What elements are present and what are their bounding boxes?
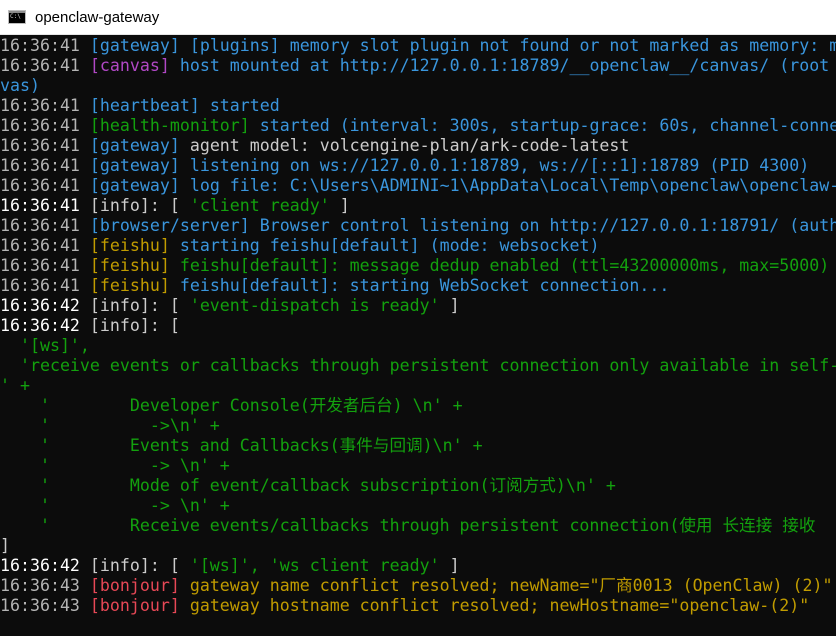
log-line: ' Receive events/callbacks through persi… xyxy=(0,516,836,536)
log-prefix: [info]: [ xyxy=(89,316,180,335)
log-line: 16:36:41 [feishu] feishu[default]: messa… xyxy=(0,256,836,276)
timestamp: 16:36:41 xyxy=(0,216,90,235)
timestamp: 16:36:41 xyxy=(0,236,90,255)
timestamp: 16:36:41 xyxy=(0,116,90,135)
log-suffix: ] xyxy=(439,296,460,315)
timestamp: 16:36:41 xyxy=(0,56,90,75)
log-tag: [feishu] xyxy=(89,236,170,255)
log-tag: [browser/server] xyxy=(89,216,250,235)
log-continuation: vas) xyxy=(0,76,40,95)
log-prefix: [info]: [ xyxy=(89,296,190,315)
log-tag: [canvas] xyxy=(89,56,170,75)
timestamp: 16:36:41 xyxy=(0,176,90,195)
log-message: started (interval: 300s, startup-grace: … xyxy=(249,116,836,135)
timestamp: 16:36:41 xyxy=(0,96,90,115)
timestamp: 16:36:41 xyxy=(0,136,90,155)
timestamp: 16:36:42 xyxy=(0,556,90,575)
timestamp: 16:36:42 xyxy=(0,296,90,315)
log-line: 'receive events or callbacks through per… xyxy=(0,356,836,376)
title-bar: openclaw-gateway xyxy=(0,0,836,35)
log-tag: [gateway] xyxy=(89,36,180,55)
log-line: ' -> \n' + xyxy=(0,496,836,516)
log-line: 16:36:42 [info]: [ '[ws]', 'ws client re… xyxy=(0,556,836,576)
log-line: ] xyxy=(0,536,836,556)
log-line: 16:36:41 [gateway] log file: C:\Users\AD… xyxy=(0,176,836,196)
log-continuation: 'receive events or callbacks through per… xyxy=(0,356,836,375)
log-continuation: ' Mode of event/callback subscription(订阅… xyxy=(0,476,616,495)
log-tag: [feishu] xyxy=(89,256,170,275)
log-line: 16:36:42 [info]: [ 'event-dispatch is re… xyxy=(0,296,836,316)
log-line: 16:36:41 [heartbeat] started xyxy=(0,96,836,116)
log-message: feishu[default]: message dedup enabled (… xyxy=(169,256,830,275)
log-message: agent model: volcengine-plan/ark-code-la… xyxy=(179,136,630,155)
log-continuation: ' -> \n' + xyxy=(0,456,230,475)
log-string: 'client ready' xyxy=(189,196,330,215)
log-line: vas) xyxy=(0,76,836,96)
log-message: [plugins] memory slot plugin not found o… xyxy=(179,36,836,55)
log-prefix: [info]: [ xyxy=(89,196,190,215)
log-line: ' Developer Console(开发者后台) \n' + xyxy=(0,396,836,416)
log-tag: [bonjour] xyxy=(89,596,180,615)
log-line: 16:36:41 [feishu] starting feishu[defaul… xyxy=(0,236,836,256)
log-tag: [gateway] xyxy=(89,156,180,175)
log-message: listening on ws://127.0.0.1:18789, ws://… xyxy=(179,156,810,175)
log-message: feishu[default]: starting WebSocket conn… xyxy=(169,276,670,295)
log-message: started xyxy=(199,96,280,115)
log-tag: [bonjour] xyxy=(89,576,180,595)
log-message: gateway name conflict resolved; newName=… xyxy=(179,576,833,595)
timestamp: 16:36:41 xyxy=(0,276,90,295)
log-string: '[ws]', 'ws client ready' xyxy=(189,556,440,575)
log-tag: [heartbeat] xyxy=(89,96,200,115)
log-message: log file: C:\Users\ADMINI~1\AppData\Loca… xyxy=(179,176,836,195)
log-message: starting feishu[default] (mode: websocke… xyxy=(169,236,600,255)
timestamp: 16:36:41 xyxy=(0,156,90,175)
log-suffix: ] xyxy=(329,196,350,215)
log-tag: [feishu] xyxy=(89,276,170,295)
log-line: 16:36:42 [info]: [ xyxy=(0,316,836,336)
timestamp: 16:36:43 xyxy=(0,576,90,595)
timestamp: 16:36:41 xyxy=(0,256,90,275)
log-message: Browser control listening on http://127.… xyxy=(249,216,836,235)
log-line: 16:36:41 [health-monitor] started (inter… xyxy=(0,116,836,136)
timestamp: 16:36:41 xyxy=(0,36,90,55)
log-line: 16:36:41 [browser/server] Browser contro… xyxy=(0,216,836,236)
timestamp: 16:36:43 xyxy=(0,596,90,615)
log-line: 16:36:41 [gateway] listening on ws://127… xyxy=(0,156,836,176)
log-line: 16:36:41 [feishu] feishu[default]: start… xyxy=(0,276,836,296)
log-continuation: ' Receive events/callbacks through persi… xyxy=(0,516,816,535)
log-suffix: ] xyxy=(439,556,460,575)
cmd-icon xyxy=(8,10,26,24)
log-continuation: ' Events and Callbacks(事件与回调)\n' + xyxy=(0,436,483,455)
log-message: host mounted at http://127.0.0.1:18789/_… xyxy=(169,56,830,75)
log-continuation: ' ->\n' + xyxy=(0,416,220,435)
log-line: 16:36:41 [canvas] host mounted at http:/… xyxy=(0,56,836,76)
log-prefix: [info]: [ xyxy=(89,556,190,575)
log-string: 'event-dispatch is ready' xyxy=(189,296,440,315)
log-line: '[ws]', xyxy=(0,336,836,356)
log-line: ' Events and Callbacks(事件与回调)\n' + xyxy=(0,436,836,456)
log-continuation: '[ws]', xyxy=(0,336,90,355)
log-line: ' -> \n' + xyxy=(0,456,836,476)
log-tag: [gateway] xyxy=(89,176,180,195)
log-tag: [health-monitor] xyxy=(89,116,250,135)
log-line: 16:36:43 [bonjour] gateway hostname conf… xyxy=(0,596,836,616)
log-line: ' ->\n' + xyxy=(0,416,836,436)
log-continuation: ' Developer Console(开发者后台) \n' + xyxy=(0,396,463,415)
timestamp: 16:36:42 xyxy=(0,316,90,335)
log-message: gateway hostname conflict resolved; newH… xyxy=(179,596,810,615)
log-line: 16:36:41 [info]: [ 'client ready' ] xyxy=(0,196,836,216)
console-output[interactable]: 16:36:41 [gateway] [plugins] memory slot… xyxy=(0,36,836,636)
timestamp: 16:36:41 xyxy=(0,196,90,215)
log-line: 16:36:43 [bonjour] gateway name conflict… xyxy=(0,576,836,596)
window-title: openclaw-gateway xyxy=(35,8,160,26)
log-continuation: ] xyxy=(0,536,10,555)
log-tag: [gateway] xyxy=(89,136,180,155)
log-continuation: ' -> \n' + xyxy=(0,496,230,515)
log-line: ' Mode of event/callback subscription(订阅… xyxy=(0,476,836,496)
log-line: 16:36:41 [gateway] agent model: volcengi… xyxy=(0,136,836,156)
log-line: ' + xyxy=(0,376,836,396)
log-line: 16:36:41 [gateway] [plugins] memory slot… xyxy=(0,36,836,56)
log-continuation: ' + xyxy=(0,376,30,395)
